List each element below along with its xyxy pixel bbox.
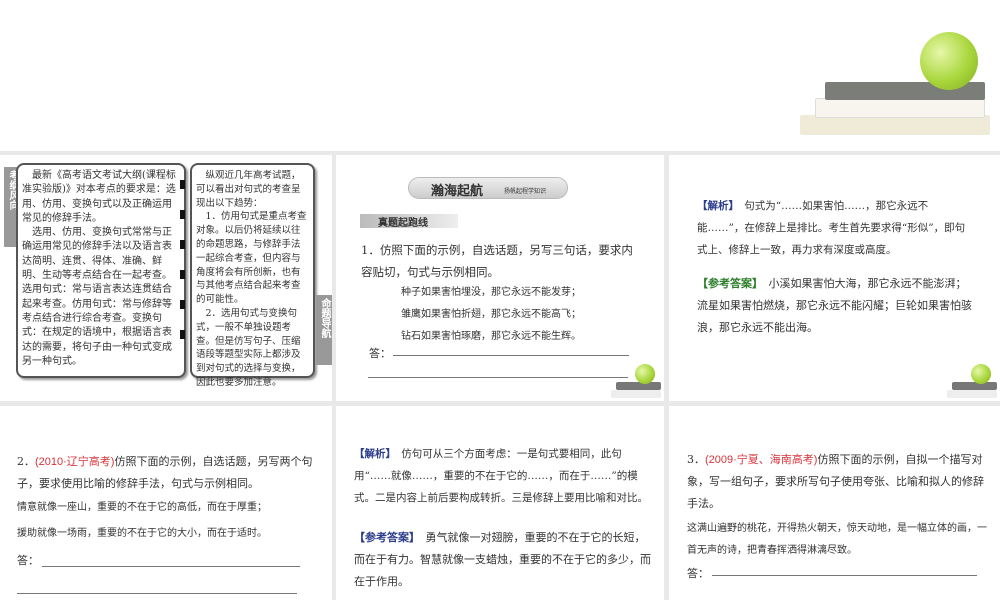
- apple-books-decoration: [790, 20, 1000, 150]
- example-line: 雏鹰如果害怕折翅，那它永远不能高飞；: [401, 309, 581, 320]
- banner: 瀚海起航 扬帆起程学知识: [408, 177, 568, 199]
- analysis-text: 仿句可从三个方面考虑：一是句式要相同，此句用“……就像……，重要的不在于它的………: [354, 448, 648, 504]
- slide-question-2[interactable]: 2．(2010·辽宁高考)仿照下面的示例，自选话题，另写两个句子，要求使用比喻的…: [0, 406, 332, 600]
- analysis-text: 句式为“……如果害怕……，那它永远不能……”，在修辞上是排比。考生首先要求得“形…: [697, 200, 966, 256]
- trend-panel: 纵观近几年高考试题，可以看出对句式的考查呈现出以下趋势： 1．仿用句式是重点考查…: [190, 163, 315, 388]
- question-source: (2009·宁夏、海南高考): [705, 454, 818, 466]
- apple-books-decoration: [947, 360, 1000, 400]
- slide-exam-outline[interactable]: 考纲风向 最新《高考语文考试大纲(课程标准实验版)》对本考点的要求是：选用、仿用…: [0, 155, 332, 401]
- question-text: 2．(2010·辽宁高考)仿照下面的示例，自选话题，另写两个句子，要求使用比喻的…: [17, 451, 317, 495]
- answer-label: 答：: [369, 347, 391, 360]
- slide-answer-2[interactable]: 【解析】 仿句可从三个方面考虑：一是句式要相同，此句用“……就像……，重要的不在…: [336, 406, 664, 600]
- answer-line[interactable]: [393, 355, 629, 356]
- banner-subtitle: 扬帆起程学知识: [504, 188, 547, 195]
- reference-answer: 【参考答案】 勇气就像一对翅膀，重要的不在于它的长短，而在于有力。智慧就像一支蜡…: [354, 527, 654, 593]
- example-line: 钻石如果害怕琢磨，那它永远不能生辉。: [401, 331, 581, 342]
- example-line: 种子如果害怕埋没，那它永远不能发芽；: [401, 287, 581, 298]
- answer-line[interactable]: [17, 593, 297, 594]
- analysis-label: 【解析】: [354, 448, 391, 460]
- trend-paragraph: 1．仿用句式是重点考查对象。以后仍将延续以往的命题思路，与修辞手法一起综合考查，…: [196, 211, 307, 306]
- question-text: 1．仿照下面的示例，自选话题，另写三句话，要求内容贴切，句式与示例相同。: [361, 243, 633, 279]
- answer-line[interactable]: [712, 575, 977, 576]
- trend-paragraph: 纵观近几年高考试题，可以看出对句式的考查呈现出以下趋势：: [196, 170, 301, 209]
- slide-answer-1[interactable]: 【解析】 句式为“……如果害怕……，那它永远不能……”，在修辞上是排比。考生首先…: [669, 155, 1000, 401]
- analysis: 【解析】 仿句可从三个方面考虑：一是句式要相同，此句用“……就像……，重要的不在…: [354, 443, 654, 509]
- banner-title: 瀚海起航: [431, 184, 484, 199]
- proposition-tab: 命题导航: [316, 295, 332, 365]
- question-number: 3．: [687, 453, 705, 466]
- question-number: 2．: [17, 455, 35, 468]
- answer-label: 答：: [687, 567, 709, 580]
- example-line: 情意就像一座山，重要的不在于它的高低，而在于厚重；: [17, 502, 267, 513]
- reference-answer: 【参考答案】 小溪如果害怕大海，那它永远不能澎湃；流星如果害怕燃烧，那它永远不能…: [697, 273, 972, 339]
- answer-label: 答：: [17, 554, 39, 567]
- title-slide: [0, 0, 1000, 151]
- trend-paragraph: 2．选用句式与变换句式，一般不单独设题考查。但是仿写句子、压缩语段等题型实际上都…: [196, 307, 301, 388]
- outline-panel: 最新《高考语文考试大纲(课程标准实验版)》对本考点的要求是：选用、仿用、变换句式…: [16, 163, 186, 378]
- outline-paragraph: 最新《高考语文考试大纲(课程标准实验版)》对本考点的要求是：选用、仿用、变换句式…: [22, 170, 176, 224]
- slide-question-1[interactable]: 瀚海起航 扬帆起程学知识 真题起跑线 1．仿照下面的示例，自选话题，另写三句话，…: [336, 155, 664, 401]
- apple-books-decoration: [611, 360, 664, 400]
- analysis-label: 【解析】: [697, 200, 734, 212]
- question-source: (2010·辽宁高考): [35, 456, 115, 468]
- outline-paragraph: 选用、仿用、变换句式常常与正确运用常见的修辞手法以及语言表达简明、连贯、得体、准…: [22, 227, 172, 367]
- section-header: 真题起跑线: [360, 214, 458, 229]
- answer-line[interactable]: [368, 377, 628, 378]
- section-title: 真题起跑线: [378, 218, 428, 229]
- example-line: 援助就像一场雨，重要的不在于它的大小，而在于适时。: [17, 528, 267, 539]
- answer-line[interactable]: [42, 566, 300, 567]
- question-text: 3．(2009·宁夏、海南高考)仿照下面的示例，自拟一个描写对象，写一组句子，要…: [687, 449, 987, 515]
- answer-label: 【参考答案】: [697, 277, 758, 290]
- example-text: 这满山遍野的桃花，开得热火朝天，惊天动地，是一幅立体的画，一首无声的诗，把青春挥…: [687, 523, 987, 556]
- slide-question-3[interactable]: 3．(2009·宁夏、海南高考)仿照下面的示例，自拟一个描写对象，写一组句子，要…: [669, 406, 1000, 600]
- analysis: 【解析】 句式为“……如果害怕……，那它永远不能……”，在修辞上是排比。考生首先…: [697, 195, 967, 261]
- answer-label: 【参考答案】: [354, 531, 415, 544]
